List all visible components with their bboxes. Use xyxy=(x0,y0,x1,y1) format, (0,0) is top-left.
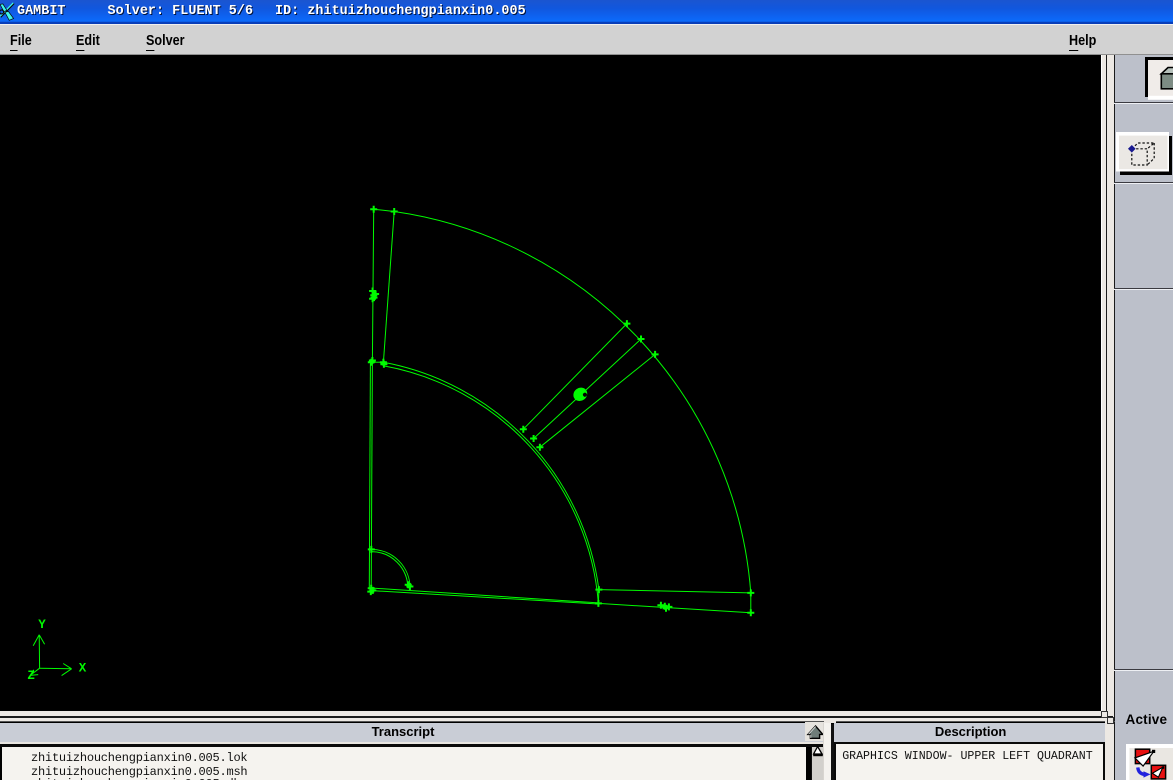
svg-text:X: X xyxy=(79,661,87,675)
svg-text:Y: Y xyxy=(38,618,46,632)
svg-text:Z: Z xyxy=(27,669,35,683)
